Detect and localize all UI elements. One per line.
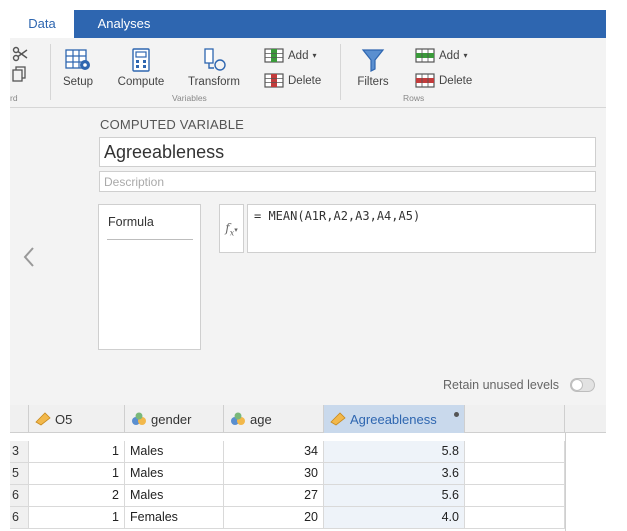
row-number: 6 <box>10 507 29 529</box>
nominal-circles-icon <box>231 412 245 425</box>
column-header-gender[interactable]: gender <box>125 405 224 433</box>
add-row-label: Add <box>439 49 460 62</box>
cell-o5[interactable]: 1 <box>29 507 125 529</box>
column-header-age[interactable]: age <box>224 405 324 433</box>
column-header-agreeableness[interactable]: Agreeableness <box>324 405 465 433</box>
column-header-o5[interactable]: O5 <box>29 405 125 433</box>
delete-row-icon <box>415 73 435 88</box>
setup-grid-gear-icon <box>65 49 90 70</box>
cell-age[interactable]: 27 <box>224 485 324 507</box>
cell-o5[interactable]: 2 <box>29 485 125 507</box>
fx-icon: fx▾ <box>225 221 238 238</box>
table-row[interactable]: 6 1 Females 20 4.0 <box>10 507 606 529</box>
column-label: Agreeableness <box>350 411 437 427</box>
cell-empty[interactable] <box>465 441 565 463</box>
table-row[interactable]: 6 2 Males 27 5.6 <box>10 485 606 507</box>
retain-unused-levels-toggle[interactable] <box>570 378 595 392</box>
cell-gender[interactable]: Males <box>125 485 224 507</box>
transform-label: Transform <box>188 76 240 88</box>
delete-column-icon <box>264 73 284 88</box>
main-tab-bar: Data Analyses <box>10 10 606 38</box>
row-number: 3 <box>10 441 29 463</box>
table-row[interactable]: 3 1 Males 34 5.8 <box>10 441 606 463</box>
ordinal-ruler-icon <box>35 412 51 426</box>
delete-row-label: Delete <box>439 74 473 87</box>
description-field[interactable]: Description <box>99 171 596 192</box>
tab-analyses[interactable]: Analyses <box>96 10 152 38</box>
function-picker-button[interactable]: fx▾ <box>219 204 244 253</box>
table-row[interactable]: 5 1 Males 30 3.6 <box>10 463 606 485</box>
filters-label: Filters <box>357 76 389 88</box>
column-label: age <box>250 411 272 427</box>
row-number: 5 <box>10 463 29 485</box>
cell-age[interactable]: 34 <box>224 441 324 463</box>
ribbon-divider <box>340 44 341 100</box>
ribbon-divider <box>50 44 51 100</box>
computed-variable-editor: COMPUTED VARIABLE Agreeableness Descript… <box>10 108 606 405</box>
cell-gender[interactable]: Females <box>125 507 224 529</box>
column-header-empty[interactable] <box>465 405 565 433</box>
tab-data[interactable]: Data <box>10 10 74 38</box>
cell-empty[interactable] <box>465 463 565 485</box>
column-label: gender <box>151 411 192 427</box>
cell-o5[interactable]: 1 <box>29 463 125 485</box>
cell-agreeableness[interactable]: 5.8 <box>324 441 465 463</box>
funnel-icon <box>361 49 385 72</box>
ordinal-ruler-icon <box>330 412 346 426</box>
variable-name-field[interactable]: Agreeableness <box>99 137 596 167</box>
add-variable-label: Add <box>288 49 309 62</box>
delete-variable-label: Delete <box>288 74 322 87</box>
section-title: COMPUTED VARIABLE <box>100 117 245 132</box>
formula-input[interactable]: = MEAN(A1R,A2,A3,A4,A5) <box>247 204 596 253</box>
cell-empty[interactable] <box>465 485 565 507</box>
cell-agreeableness[interactable]: 3.6 <box>324 463 465 485</box>
add-variable-dropdown-icon[interactable]: ▾ <box>312 51 316 60</box>
data-spreadsheet: O5 gender age Agreeableness 3 1 Males 34… <box>10 405 606 531</box>
compute-button[interactable]: Compute <box>114 48 168 88</box>
filters-button[interactable]: Filters <box>354 48 392 88</box>
data-ribbon: rd Setup Compute Transform Add ▾ Delete … <box>10 38 606 108</box>
transform-icon <box>204 48 226 71</box>
delete-variable-button[interactable]: Delete <box>264 73 321 88</box>
formula-tab-underline <box>107 239 193 240</box>
paste-icon[interactable] <box>12 66 26 82</box>
toggle-knob <box>571 379 583 391</box>
nominal-circles-icon <box>132 412 146 425</box>
retain-unused-levels-label: Retain unused levels <box>443 378 560 392</box>
formula-tab[interactable]: Formula <box>108 215 154 229</box>
delete-row-button[interactable]: Delete <box>415 73 472 88</box>
setup-button[interactable]: Setup <box>58 48 98 88</box>
add-row-button[interactable]: Add ▾ <box>415 48 467 63</box>
rows-group-label: Rows <box>403 93 425 103</box>
add-column-icon <box>264 48 284 63</box>
add-row-dropdown-icon[interactable]: ▾ <box>463 51 467 60</box>
cell-age[interactable]: 30 <box>224 463 324 485</box>
cell-gender[interactable]: Males <box>125 441 224 463</box>
formula-panel: Formula <box>98 204 201 350</box>
add-row-icon <box>415 48 435 63</box>
row-number-header <box>10 405 29 433</box>
compute-label: Compute <box>117 76 165 88</box>
row-number: 6 <box>10 485 29 507</box>
cell-agreeableness[interactable]: 5.6 <box>324 485 465 507</box>
computed-indicator-dot <box>454 412 459 417</box>
cut-icon[interactable] <box>12 46 28 62</box>
chevron-left-icon[interactable] <box>22 246 36 268</box>
cell-agreeableness[interactable]: 4.0 <box>324 507 465 529</box>
column-header-row: O5 gender age Agreeableness <box>10 405 606 433</box>
cell-gender[interactable]: Males <box>125 463 224 485</box>
cell-age[interactable]: 20 <box>224 507 324 529</box>
cell-empty[interactable] <box>465 507 565 529</box>
column-divider <box>565 433 566 531</box>
add-variable-button[interactable]: Add ▾ <box>264 48 316 63</box>
transform-button[interactable]: Transform <box>184 48 244 88</box>
cell-o5[interactable]: 1 <box>29 441 125 463</box>
column-label: O5 <box>55 411 73 427</box>
calculator-icon <box>132 48 150 72</box>
setup-label: Setup <box>62 76 94 88</box>
column-header-empty[interactable] <box>565 405 606 433</box>
variables-group-label: Variables <box>172 93 207 103</box>
clipboard-group-label: rd <box>10 93 18 103</box>
